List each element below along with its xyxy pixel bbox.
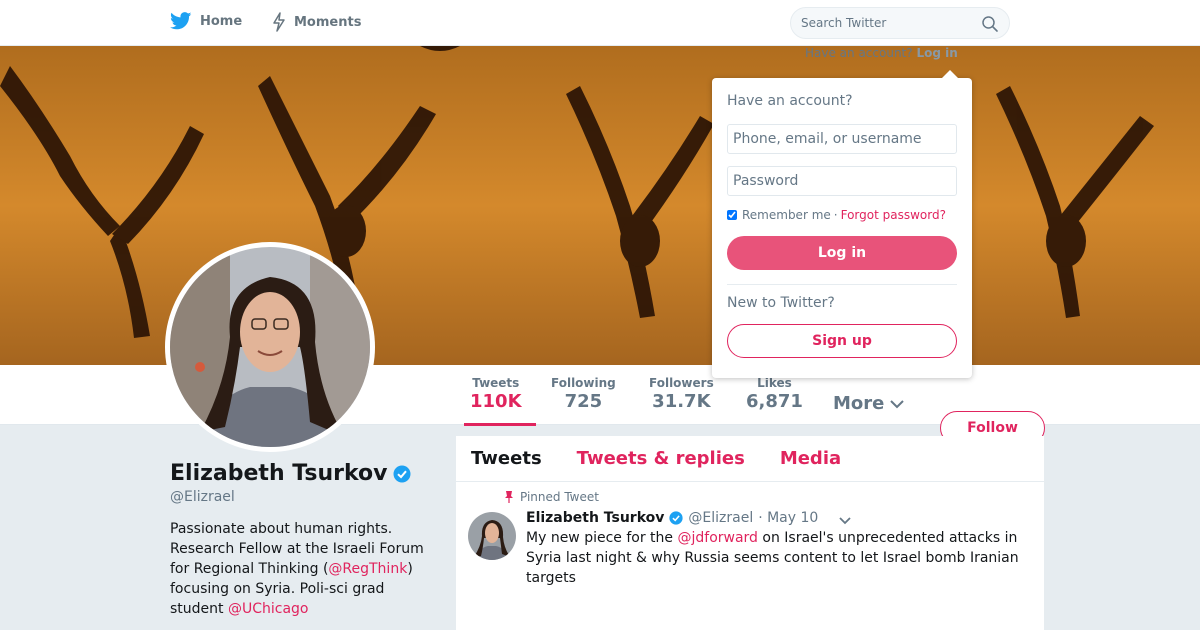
stat-tweets-value: 110K [470, 391, 522, 412]
tweet-text: My new piece for the @jdforward on Israe… [526, 528, 1026, 588]
search-icon[interactable] [981, 15, 999, 33]
tweet-header: Elizabeth Tsurkov @Elizrael · May 10 [526, 510, 818, 526]
username-field[interactable] [727, 124, 957, 154]
chevron-down-icon [890, 399, 905, 408]
remember-checkbox[interactable] [727, 210, 737, 220]
pin-icon [505, 491, 513, 503]
stat-followers[interactable]: Followers 31.7K [649, 376, 714, 412]
pinned-indicator: Pinned Tweet [504, 490, 599, 504]
dropdown-divider [727, 284, 957, 285]
stat-followers-value: 31.7K [652, 391, 711, 412]
tab-tweets-replies[interactable]: Tweets & replies [577, 448, 745, 469]
tweet-avatar[interactable] [468, 512, 516, 560]
bio-link-uchicago[interactable]: @UChicago [228, 601, 309, 617]
remember-row: Remember me · Forgot password? [727, 208, 946, 222]
tweet-text-a: My new piece for the [526, 530, 678, 546]
verified-badge-icon [669, 511, 684, 525]
password-field[interactable] [727, 166, 957, 196]
signup-button[interactable]: Sign up [727, 324, 957, 358]
profile-avatar[interactable] [165, 242, 375, 452]
stat-followers-label: Followers [649, 376, 714, 390]
twitter-bird-icon [170, 12, 192, 30]
nav-moments-label: Moments [294, 14, 362, 30]
avatar-photo [170, 247, 370, 447]
tweet-date[interactable]: · May 10 [758, 510, 818, 526]
stat-tweets-label: Tweets [472, 376, 520, 390]
login-button[interactable]: Log in [727, 236, 957, 270]
lightning-icon [273, 12, 285, 32]
stat-likes-label: Likes [757, 376, 792, 390]
stat-following[interactable]: Following 725 [551, 376, 616, 412]
tweet-author-name[interactable]: Elizabeth Tsurkov [526, 510, 664, 526]
remember-separator: · [833, 208, 838, 222]
stat-likes[interactable]: Likes 6,871 [746, 376, 803, 412]
nav-home-label: Home [200, 13, 243, 29]
search-input[interactable] [801, 16, 966, 30]
tweet-mention-jdforward[interactable]: @jdforward [677, 530, 757, 546]
profile-handle[interactable]: @Elizrael [170, 489, 235, 505]
login-trigger-text: Have an account? [805, 46, 913, 60]
login-heading: Have an account? [727, 93, 853, 109]
more-label: More [833, 393, 885, 414]
stat-following-label: Following [551, 376, 616, 390]
top-nav: Home Moments [0, 0, 1200, 46]
profile-name[interactable]: Elizabeth Tsurkov [170, 461, 411, 486]
timeline-tabs: Tweets Tweets & replies Media [456, 436, 1044, 482]
tab-media[interactable]: Media [780, 448, 841, 469]
tweet-avatar-photo [468, 512, 516, 560]
search-box [790, 7, 1010, 39]
tab-tweets[interactable]: Tweets [471, 448, 542, 469]
stat-tweets[interactable]: Tweets 110K [464, 376, 535, 426]
chevron-down-icon[interactable] [838, 514, 852, 528]
login-trigger-link[interactable]: Log in [916, 46, 957, 60]
nav-moments[interactable]: Moments [272, 12, 361, 32]
tweet-author-handle[interactable]: @Elizrael [688, 510, 753, 526]
timeline: Tweets Tweets & replies Media Pinned Twe… [456, 436, 1044, 630]
profile-bio: Passionate about human rights. Research … [170, 519, 440, 619]
verified-badge-icon [393, 465, 411, 482]
more-button[interactable]: More [833, 393, 905, 414]
stat-following-value: 725 [564, 391, 603, 412]
bio-link-regthink[interactable]: @RegThink [328, 561, 407, 577]
pinned-label: Pinned Tweet [520, 490, 599, 504]
login-trigger[interactable]: Have an account? Log in [805, 46, 958, 60]
forgot-password-link[interactable]: Forgot password? [841, 208, 946, 222]
stat-likes-value: 6,871 [746, 391, 803, 412]
profile-name-text: Elizabeth Tsurkov [170, 461, 388, 486]
login-dropdown: Have an account? Remember me · Forgot pa… [712, 70, 972, 378]
new-to-twitter-heading: New to Twitter? [727, 295, 835, 311]
remember-label: Remember me [742, 208, 831, 222]
nav-home[interactable]: Home [170, 12, 242, 30]
